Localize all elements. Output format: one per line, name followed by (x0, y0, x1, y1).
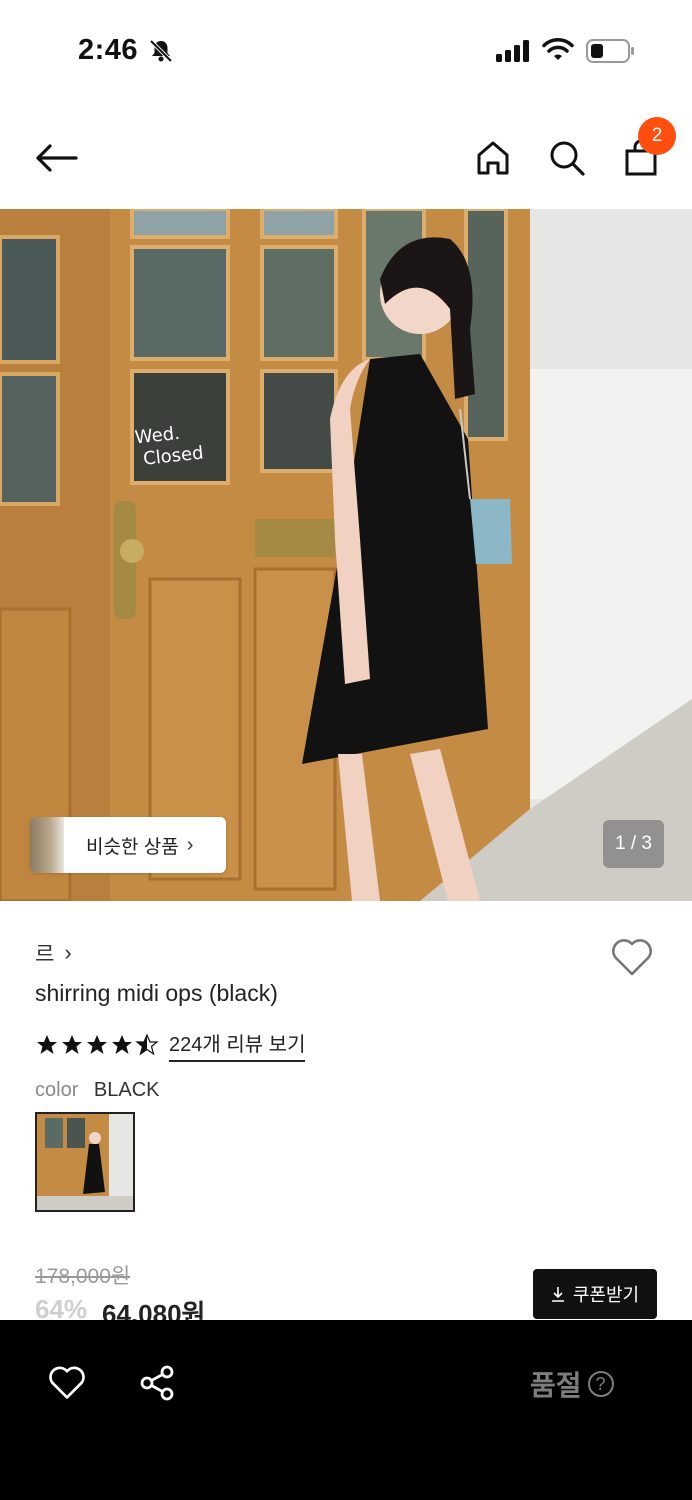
brand-name: 르 (35, 943, 55, 966)
arrow-left-icon (36, 144, 78, 172)
wishlist-button[interactable] (609, 934, 655, 980)
chevron-right-icon: › (186, 833, 194, 856)
brand-link[interactable]: 르 › (35, 938, 72, 968)
star-full-icon (37, 1035, 57, 1054)
share-icon (140, 1365, 174, 1401)
star-full-icon (62, 1035, 82, 1054)
search-icon (550, 141, 585, 176)
back-button[interactable] (30, 138, 82, 178)
similar-products-label: 비슷한 상품 (86, 836, 179, 858)
chevron-right-icon: › (64, 940, 72, 965)
coupon-label: 쿠폰받기 (572, 1285, 640, 1305)
color-swatch-black[interactable] (35, 1112, 135, 1212)
help-icon[interactable]: ? (587, 1371, 614, 1397)
bottom-wishlist-button[interactable] (44, 1360, 90, 1406)
status-bar: 2:46 (0, 0, 692, 100)
product-image[interactable]: Wed. Closed (0, 209, 692, 901)
wifi-icon (542, 38, 574, 67)
cart-count-badge: 2 (638, 117, 676, 155)
star-half-icon (135, 1033, 159, 1056)
search-button[interactable] (544, 135, 590, 181)
share-button[interactable] (134, 1360, 180, 1406)
soldout-label: 품절 (530, 1370, 582, 1401)
original-price: 178,000원 (35, 1265, 131, 1288)
home-icon (477, 141, 509, 175)
battery-icon (586, 39, 636, 68)
status-time: 2:46 (78, 34, 139, 66)
door-sign-text: Wed. Closed (134, 421, 205, 472)
home-button[interactable] (470, 135, 516, 181)
soldout-status: 품절 ? (530, 1364, 614, 1404)
star-full-icon (112, 1035, 132, 1054)
swatch-thumbnail (37, 1114, 133, 1210)
reviews-link[interactable]: 224개 리뷰 보기 (169, 1028, 306, 1062)
product-photo (0, 209, 692, 901)
image-page-indicator: 1 / 3 (603, 820, 664, 868)
bell-muted-icon (148, 38, 174, 69)
product-title: shirring midi ops (black) (35, 980, 278, 1006)
color-row: color BLACK (35, 1079, 160, 1102)
similar-products-button[interactable]: 비슷한 상품 › (30, 817, 226, 873)
color-value: BLACK (93, 1079, 160, 1101)
rating-row: 224개 리뷰 보기 (35, 1028, 306, 1062)
bottom-action-bar: 품절 ? (0, 1320, 692, 1500)
star-rating (35, 1033, 159, 1057)
color-label: color (35, 1079, 79, 1101)
coupon-download-button[interactable]: 쿠폰받기 (533, 1269, 657, 1319)
heart-icon (612, 939, 652, 976)
cellular-signal-icon (496, 40, 532, 67)
similar-products-thumbnail (30, 817, 64, 873)
download-icon (551, 1287, 564, 1302)
star-full-icon (87, 1035, 107, 1054)
heart-icon (49, 1366, 85, 1399)
top-navigation (0, 110, 692, 208)
